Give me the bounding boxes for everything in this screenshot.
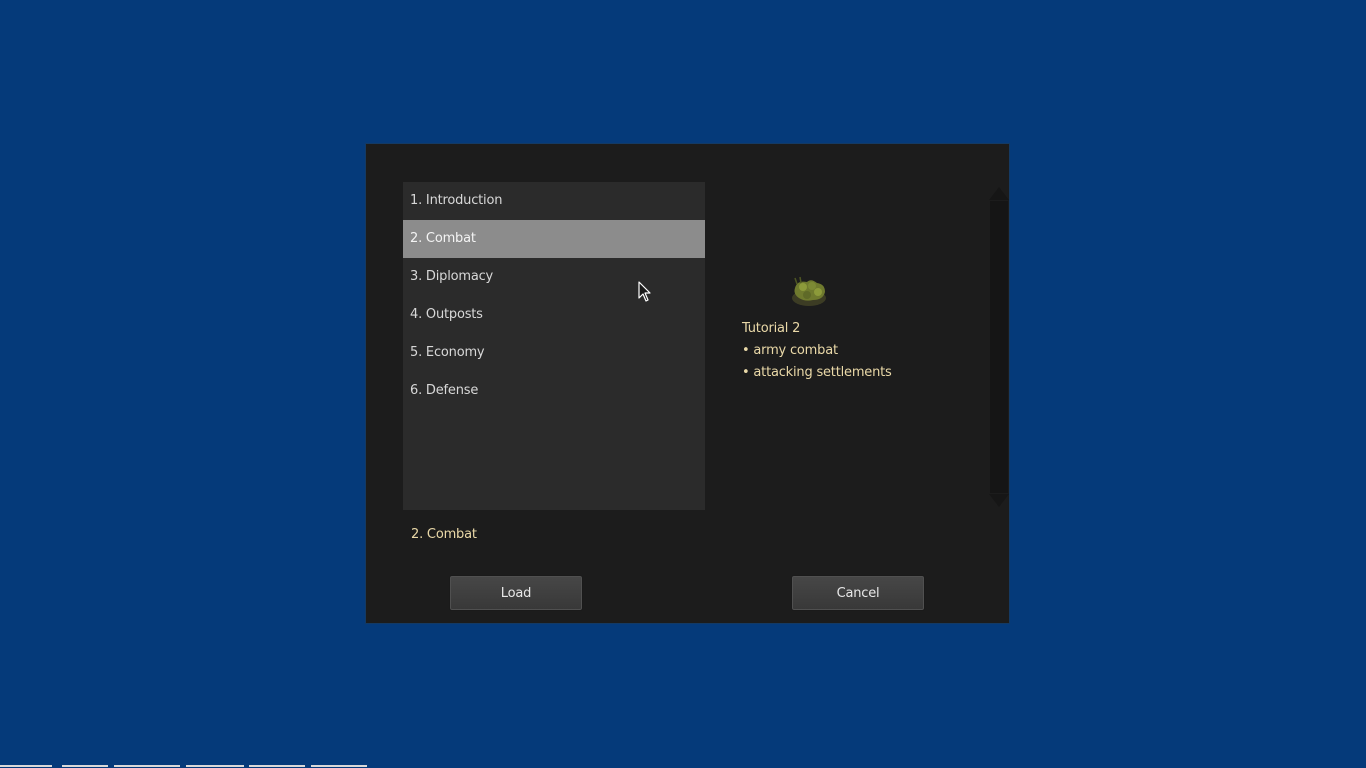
tutorial-bullet: • army combat (742, 343, 838, 358)
army-unit-icon (792, 276, 826, 306)
scroll-down-arrow-icon[interactable] (989, 494, 1009, 507)
taskbar-strip (0, 764, 1366, 768)
scroll-track[interactable] (990, 201, 1008, 493)
taskbar-segment (249, 765, 305, 767)
list-item-introduction[interactable]: 1. Introduction (403, 182, 705, 220)
taskbar-segment (0, 765, 52, 767)
scroll-up-arrow-icon[interactable] (989, 187, 1009, 200)
tutorial-bullet: • attacking settlements (742, 365, 892, 380)
taskbar-segment (114, 765, 180, 767)
cancel-button[interactable]: Cancel (791, 575, 925, 611)
taskbar-segment (311, 765, 367, 767)
selected-tutorial-name: 2. Combat (411, 527, 477, 542)
list-item-combat[interactable]: 2. Combat (403, 220, 705, 258)
tutorial-list[interactable]: 1. Introduction 2. Combat 3. Diplomacy 4… (403, 182, 705, 510)
desktop-background: 1. Introduction 2. Combat 3. Diplomacy 4… (0, 0, 1366, 768)
taskbar-segment (62, 765, 108, 767)
preview-scrollbar[interactable] (988, 187, 1010, 507)
list-item-defense[interactable]: 6. Defense (403, 372, 705, 410)
taskbar-segment (186, 765, 244, 767)
tutorial-preview-panel: Tutorial 2 • army combat • attacking set… (741, 182, 981, 512)
load-tutorial-dialog: 1. Introduction 2. Combat 3. Diplomacy 4… (365, 143, 1010, 624)
tutorial-title: Tutorial 2 (742, 321, 801, 336)
list-item-outposts[interactable]: 4. Outposts (403, 296, 705, 334)
tutorial-description: Tutorial 2 • army combat • attacking set… (742, 318, 972, 384)
list-item-economy[interactable]: 5. Economy (403, 334, 705, 372)
list-item-diplomacy[interactable]: 3. Diplomacy (403, 258, 705, 296)
load-button[interactable]: Load (449, 575, 583, 611)
